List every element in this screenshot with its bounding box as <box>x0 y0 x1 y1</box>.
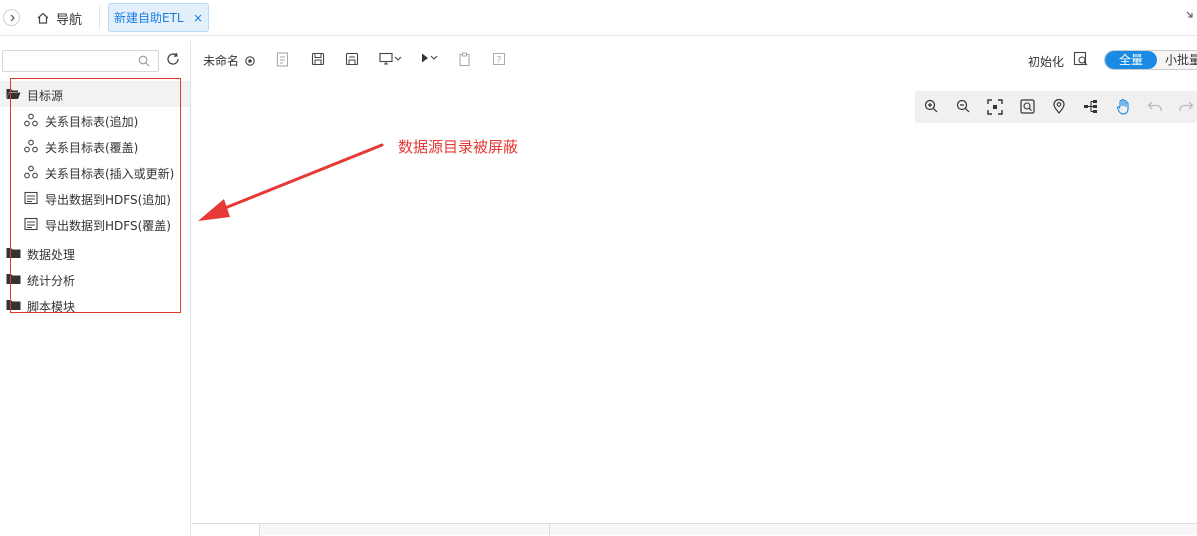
search-icon[interactable] <box>138 55 150 67</box>
collapse-corner-icon[interactable] <box>1185 10 1195 20</box>
actual-size-icon[interactable] <box>1020 99 1035 114</box>
monitor-icon <box>379 52 393 65</box>
top-bar: 导航 新建自助ETL × <box>0 0 1197 36</box>
tab-new-etl[interactable]: 新建自助ETL × <box>108 3 209 32</box>
save-as-icon[interactable] <box>345 52 359 66</box>
close-tab-icon[interactable]: × <box>193 11 203 25</box>
layout-tree-icon[interactable] <box>1083 99 1098 114</box>
init-label: 初始化 <box>1028 55 1065 69</box>
mode-full-option[interactable]: 全量 <box>1105 51 1157 69</box>
chevron-right-icon <box>10 14 15 21</box>
tab-divider <box>99 6 100 30</box>
settings-icon[interactable] <box>244 55 256 67</box>
properties-icon[interactable] <box>276 52 290 67</box>
doc-name-label: 未命名 <box>203 54 240 68</box>
bottom-panel-tabs <box>192 523 1197 536</box>
bottom-tab[interactable] <box>192 524 260 536</box>
location-icon[interactable] <box>1053 99 1065 114</box>
tab-new-etl-label: 新建自助ETL <box>114 11 184 25</box>
hand-pan-icon[interactable] <box>1116 99 1130 115</box>
chevron-down-icon <box>430 55 438 60</box>
mode-batch-option[interactable]: 小批量 <box>1165 51 1197 69</box>
bottom-tab[interactable] <box>260 524 550 536</box>
doc-name[interactable]: 未命名 <box>203 52 256 69</box>
chevron-down-icon <box>394 56 402 61</box>
play-icon <box>422 53 428 63</box>
annotation-text: 数据源目录被屏蔽 <box>398 138 519 156</box>
expand-sidebar-button[interactable] <box>3 9 20 26</box>
help-icon[interactable]: ? <box>492 52 506 66</box>
annotation-highlight-box <box>10 78 181 313</box>
fit-screen-icon[interactable] <box>987 99 1003 115</box>
zoom-in-icon[interactable] <box>924 99 938 113</box>
refresh-icon[interactable] <box>165 51 181 67</box>
zoom-out-icon[interactable] <box>956 99 970 113</box>
mode-toggle[interactable]: 全量 小批量 <box>1104 50 1197 70</box>
nav-tab[interactable]: 导航 <box>36 0 82 36</box>
init-preview-icon[interactable] <box>1073 51 1089 67</box>
canvas-toolbar <box>915 91 1197 123</box>
editor-toolbar: 未命名 ? 初始化 全量 小批 <box>192 42 1197 78</box>
search-input[interactable] <box>2 50 159 72</box>
redo-icon[interactable] <box>1178 99 1194 113</box>
run-dropdown[interactable] <box>420 52 438 64</box>
nav-tab-label: 导航 <box>56 12 83 28</box>
annotation-arrow <box>198 143 384 221</box>
home-icon <box>37 12 49 24</box>
undo-icon[interactable] <box>1147 99 1163 113</box>
run-config-dropdown[interactable] <box>379 52 402 66</box>
svg-text:?: ? <box>497 56 502 66</box>
save-icon[interactable] <box>311 52 325 66</box>
clipboard-icon[interactable] <box>458 52 472 67</box>
